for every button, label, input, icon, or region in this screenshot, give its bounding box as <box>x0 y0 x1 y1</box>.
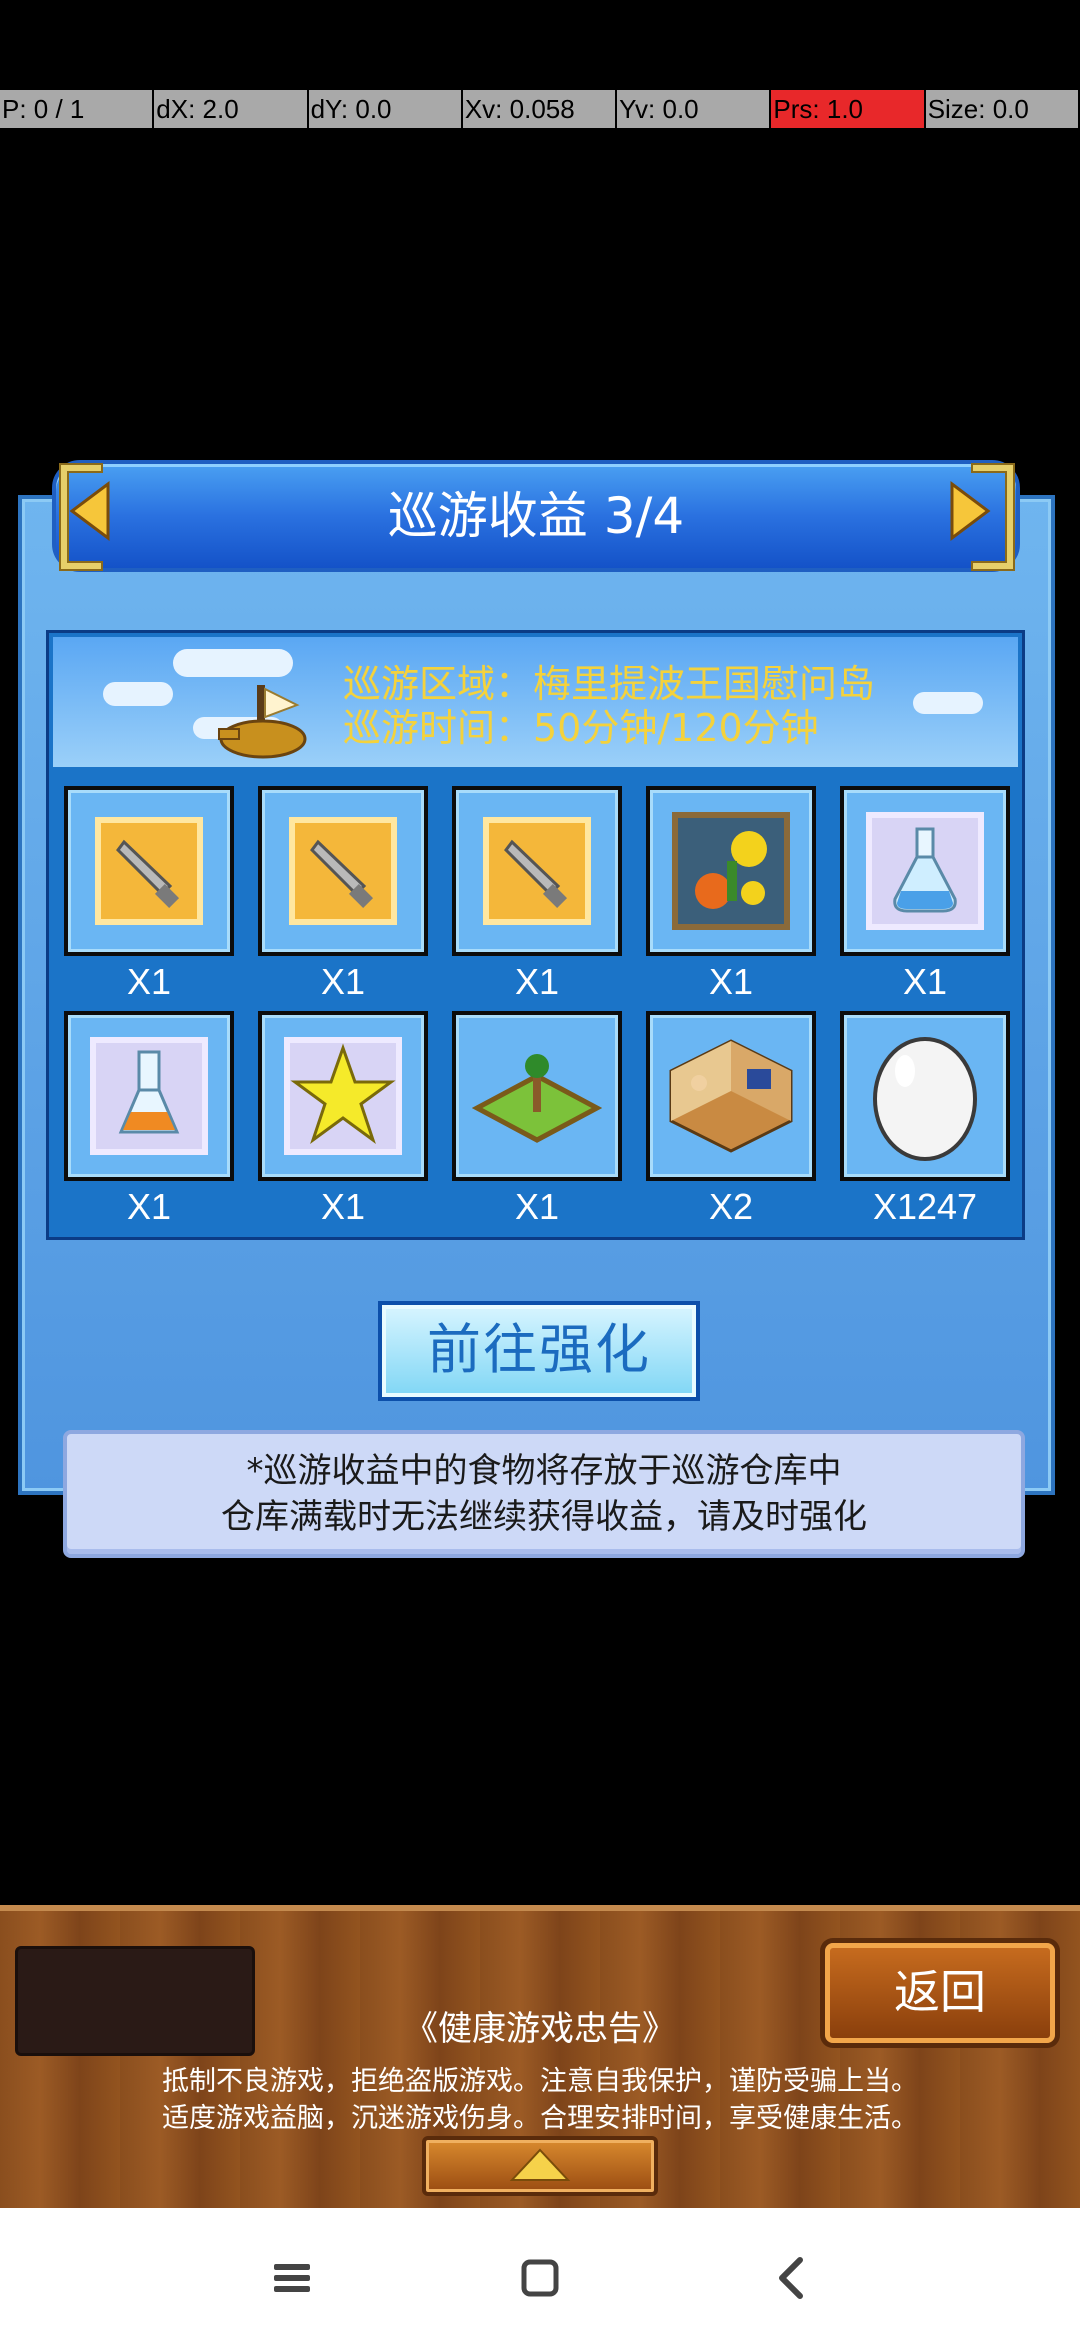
notice-line-2: 仓库满载时无法继续获得收益，请及时强化 <box>221 1497 867 1537</box>
palm-plot-icon <box>472 1054 602 1143</box>
panel-title: 巡游收益 3/4 <box>387 487 685 545</box>
previous-page-arrow-icon[interactable] <box>68 480 112 542</box>
notice-line-1: *巡游收益中的食物将存放于巡游仓库中 <box>246 1451 842 1491</box>
home-icon[interactable] <box>510 2248 570 2308</box>
reward-qty: X1 <box>320 1186 366 1227</box>
system-navigation-bar <box>0 2208 1080 2340</box>
advisory-line-1: 抵制不良游戏，拒绝盗版游戏。注意自我保护，谨防受骗上当。 <box>162 2066 918 2097</box>
cruise-time: 巡游时间：50分钟/120分钟 <box>343 706 819 750</box>
expand-menu-button[interactable] <box>422 2136 658 2196</box>
debug-size: Size: 0.0 <box>926 90 1080 128</box>
reward-qty: X1 <box>126 961 172 1002</box>
warehouse-notice: *巡游收益中的食物将存放于巡游仓库中 仓库满载时无法继续获得收益，请及时强化 <box>63 1430 1025 1558</box>
reward-slot[interactable] <box>258 1011 428 1181</box>
reward-slot[interactable] <box>452 786 622 956</box>
rewards-box: 巡游区域：梅里提波王国慰问岛 巡游时间：50分钟/120分钟 X1 X1 X1 … <box>46 630 1025 1240</box>
advisory-line-2: 适度游戏益脑，沉迷游戏伤身。合理安排时间，享受健康生活。 <box>162 2103 918 2134</box>
cruise-banner: 巡游区域：梅里提波王国慰问岛 巡游时间：50分钟/120分钟 <box>53 637 1018 767</box>
debug-yv: Yv: 0.0 <box>617 90 772 128</box>
debug-dx: dX: 2.0 <box>154 90 309 128</box>
dagger-icon <box>95 817 203 925</box>
reward-qty: X1247 <box>872 1186 978 1227</box>
reward-qty: X1 <box>514 1186 560 1227</box>
health-advisory-bar: 返回 《健康游戏忠告》 抵制不良游戏，拒绝盗版游戏。注意自我保护，谨防受骗上当。… <box>0 1905 1080 2208</box>
cloud <box>913 692 983 714</box>
reward-qty: X1 <box>708 961 754 1002</box>
dagger-icon <box>289 817 397 925</box>
reward-slot[interactable] <box>646 786 816 956</box>
menu-icon[interactable] <box>262 2248 322 2308</box>
debug-pressure: Prs: 1.0 <box>771 90 926 128</box>
dagger-icon <box>483 817 591 925</box>
star-icon <box>284 1037 402 1155</box>
reward-slot[interactable] <box>64 786 234 956</box>
reward-qty: X2 <box>708 1186 754 1227</box>
blue-potion-icon <box>866 812 984 930</box>
debug-pointer: P: 0 / 1 <box>0 90 155 128</box>
cruise-info: 巡游区域：梅里提波王国慰问岛 巡游时间：50分钟/120分钟 <box>343 662 875 750</box>
egg-icon <box>873 1037 977 1161</box>
debug-xv: Xv: 0.058 <box>463 90 618 128</box>
back-nav-icon[interactable] <box>762 2248 822 2308</box>
room-icon <box>669 1039 793 1153</box>
reward-slot[interactable] <box>452 1011 622 1181</box>
reward-slot[interactable] <box>840 786 1010 956</box>
reward-slot[interactable] <box>258 786 428 956</box>
reward-qty: X1 <box>320 961 366 1002</box>
reward-qty: X1 <box>902 961 948 1002</box>
chevron-up-icon <box>509 2148 571 2181</box>
cloud <box>173 649 293 677</box>
pointer-debug-bar: P: 0 / 1 dX: 2.0 dY: 0.0 Xv: 0.058 Yv: 0… <box>0 90 1080 128</box>
reward-qty: X1 <box>126 1186 172 1227</box>
ship-icon <box>218 685 307 759</box>
reward-slot[interactable] <box>64 1011 234 1181</box>
panel-title-bar: 巡游收益 3/4 <box>52 460 1020 572</box>
flower-bouquet-icon <box>672 812 790 930</box>
reward-slot[interactable] <box>840 1011 1010 1181</box>
advisory-title: 《健康游戏忠告》 <box>404 2009 676 2049</box>
cruise-region: 巡游区域：梅里提波王国慰问岛 <box>343 662 876 706</box>
debug-dy: dY: 0.0 <box>309 90 463 128</box>
reward-slot[interactable] <box>646 1011 816 1181</box>
cloud <box>103 682 173 706</box>
go-enhance-button[interactable]: 前往强化 <box>378 1301 700 1401</box>
orange-potion-icon <box>90 1037 208 1155</box>
reward-qty: X1 <box>514 961 560 1002</box>
next-page-arrow-icon[interactable] <box>948 480 992 542</box>
